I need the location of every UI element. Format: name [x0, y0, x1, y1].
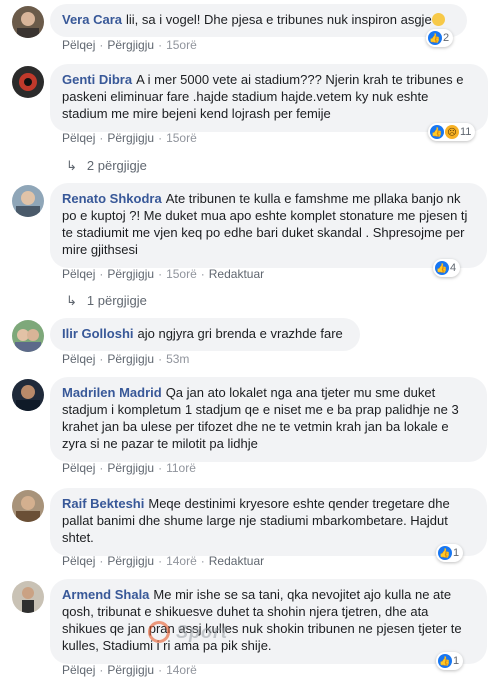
- comment-bubble: Renato Shkodra Ate tribunen te kulla e fa…: [50, 183, 487, 268]
- sad-emoji-icon: [431, 13, 445, 26]
- like-icon: 👍: [435, 261, 449, 275]
- comment: Genti Dibra A i mer 5000 vete ai stadium?…: [12, 64, 496, 145]
- comment-actions: Pëlqej · Përgjigju · 15orë: [62, 131, 197, 145]
- replies-count: 1 përgjigje: [86, 293, 147, 308]
- avatar[interactable]: [12, 320, 44, 352]
- reaction-summary[interactable]: 👍 4: [433, 259, 461, 277]
- comment-author[interactable]: Ilir Golloshi: [62, 326, 134, 341]
- reply-link[interactable]: Përgjigju: [107, 267, 154, 281]
- reaction-count: 4: [450, 262, 457, 274]
- comment-author[interactable]: Madrilen Madrid: [62, 385, 162, 400]
- reply-link[interactable]: Përgjigju: [107, 554, 154, 568]
- comment-author[interactable]: Renato Shkodra: [62, 191, 162, 206]
- comment-actions: Pëlqej · Përgjigju · 53m: [62, 352, 190, 366]
- watermark: Sport: [148, 618, 378, 646]
- timestamp[interactable]: 53m: [166, 352, 189, 366]
- reaction-summary[interactable]: 👍 1: [436, 544, 464, 562]
- like-link[interactable]: Pëlqej: [62, 267, 95, 281]
- like-link[interactable]: Pëlqej: [62, 38, 95, 52]
- edited-label: Redaktuar: [208, 554, 265, 568]
- replies-count: 2 përgjigje: [86, 158, 147, 173]
- comment: Ilir Golloshi ajo ngjyra gri brenda e vra…: [12, 318, 496, 368]
- comment-author[interactable]: Vera Cara: [62, 12, 122, 27]
- comment-bubble: Genti Dibra A i mer 5000 vete ai stadium?…: [50, 64, 488, 132]
- comment-text: lii, sa i vogel! Dhe pjesa e tribunes nu…: [126, 12, 432, 27]
- avatar[interactable]: [12, 185, 44, 217]
- reaction-summary[interactable]: 👍 ☹ 11: [428, 123, 476, 141]
- reaction-count: 11: [460, 126, 472, 138]
- like-icon: 👍: [438, 546, 452, 560]
- reaction-summary[interactable]: 👍 1: [436, 652, 464, 670]
- sad-reaction-icon: ☹: [445, 125, 459, 139]
- timestamp[interactable]: 11orë: [166, 461, 196, 475]
- comment-actions: Pëlqej · Përgjigju · 14orë · Redaktuar: [62, 554, 265, 568]
- edited-label: Redaktuar: [208, 267, 265, 281]
- reaction-count: 1: [453, 547, 460, 559]
- reply-link[interactable]: Përgjigju: [107, 131, 154, 145]
- like-icon: 👍: [438, 654, 452, 668]
- timestamp[interactable]: 15orë: [166, 267, 197, 281]
- timestamp[interactable]: 15orë: [166, 38, 197, 52]
- comment-author[interactable]: Raif Bekteshi: [62, 496, 144, 511]
- reply-link[interactable]: Përgjigju: [107, 663, 154, 677]
- like-link[interactable]: Pëlqej: [62, 461, 95, 475]
- reply-arrow-icon: ↳: [66, 293, 77, 308]
- reply-link[interactable]: Përgjigju: [107, 352, 154, 366]
- like-icon: 👍: [428, 31, 442, 45]
- comment-bubble: Ilir Golloshi ajo ngjyra gri brenda e vra…: [50, 318, 360, 351]
- comment-actions: Pëlqej · Përgjigju · 11orë: [62, 461, 196, 475]
- view-replies-link[interactable]: ↳ 1 përgjigje: [66, 293, 147, 309]
- view-replies-link[interactable]: ↳ 2 përgjigje: [66, 158, 147, 174]
- avatar[interactable]: [12, 490, 44, 522]
- comment-actions: Pëlqej · Përgjigju · 15orë · Redaktuar: [62, 267, 265, 281]
- reply-arrow-icon: ↳: [66, 158, 77, 173]
- like-link[interactable]: Pëlqej: [62, 663, 95, 677]
- avatar[interactable]: [12, 66, 44, 98]
- timestamp[interactable]: 14orë: [166, 554, 197, 568]
- comment-author[interactable]: Armend Shala: [62, 587, 149, 602]
- comment: Raif Bekteshi Meqe destinimi kryesore esh…: [12, 488, 496, 568]
- comment: Vera Cara lii, sa i vogel! Dhe pjesa e tr…: [12, 4, 496, 54]
- reaction-count: 2: [443, 32, 450, 44]
- avatar[interactable]: [12, 581, 44, 613]
- comment-bubble: Raif Bekteshi Meqe destinimi kryesore esh…: [50, 488, 487, 556]
- reaction-count: 1: [453, 655, 460, 667]
- comment-bubble: Madrilen Madrid Qa jan ato lokalet nga an…: [50, 377, 487, 462]
- watermark-text: Sport: [176, 621, 228, 642]
- timestamp[interactable]: 15orë: [166, 131, 197, 145]
- like-link[interactable]: Pëlqej: [62, 352, 95, 366]
- reaction-summary[interactable]: 👍 2: [426, 29, 454, 47]
- like-link[interactable]: Pëlqej: [62, 131, 95, 145]
- comment-text: ajo ngjyra gri brenda e vrazhde fare: [137, 326, 343, 341]
- avatar[interactable]: [12, 379, 44, 411]
- watermark-logo-icon: [148, 621, 170, 643]
- comment: Renato Shkodra Ate tribunen te kulla e fa…: [12, 183, 496, 283]
- avatar[interactable]: [12, 6, 44, 38]
- like-icon: 👍: [430, 125, 444, 139]
- reply-link[interactable]: Përgjigju: [107, 461, 154, 475]
- comment-author[interactable]: Genti Dibra: [62, 72, 132, 87]
- reply-link[interactable]: Përgjigju: [107, 38, 154, 52]
- comment-bubble: Vera Cara lii, sa i vogel! Dhe pjesa e tr…: [50, 4, 467, 37]
- comment-actions: Pëlqej · Përgjigju · 14orë: [62, 663, 197, 677]
- like-link[interactable]: Pëlqej: [62, 554, 95, 568]
- comment-thread: Vera Cara lii, sa i vogel! Dhe pjesa e tr…: [0, 0, 504, 687]
- comment-actions: Pëlqej · Përgjigju · 15orë: [62, 38, 197, 52]
- timestamp[interactable]: 14orë: [166, 663, 197, 677]
- comment: Madrilen Madrid Qa jan ato lokalet nga an…: [12, 377, 496, 477]
